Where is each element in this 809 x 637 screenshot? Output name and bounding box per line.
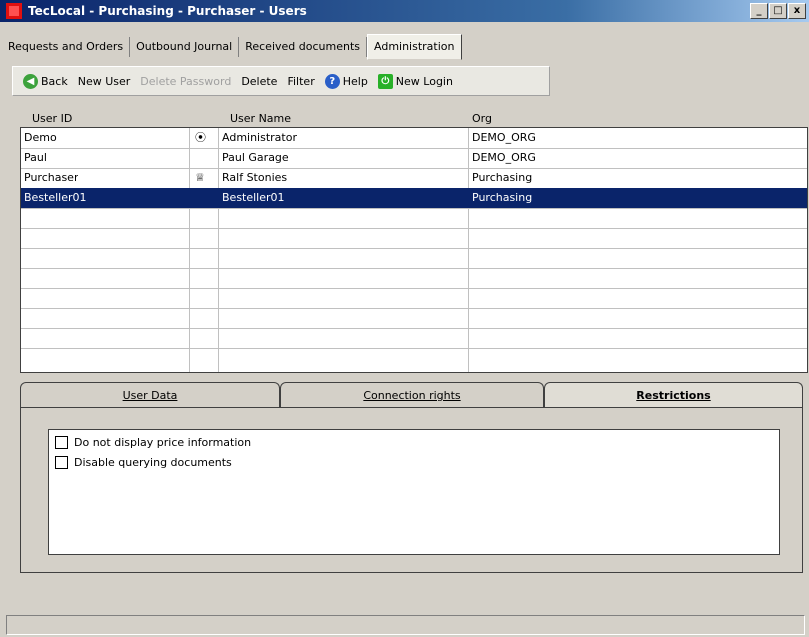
cell-user-name: Besteller01: [222, 191, 285, 204]
window-title: TecLocal - Purchasing - Purchaser - User…: [28, 4, 307, 18]
help-icon: ?: [324, 73, 340, 89]
table-row[interactable]: Purchaser ♕ Ralf Stonies Purchasing: [21, 168, 807, 189]
cell-org: DEMO_ORG: [472, 151, 536, 164]
restriction-querying-documents[interactable]: Disable querying documents: [55, 456, 232, 469]
toolbar: ◀ Back New User Delete Password Delete F…: [12, 66, 550, 96]
tab-user-data[interactable]: User Data: [20, 382, 280, 409]
table-row-selected[interactable]: Besteller01 Besteller01 Purchasing: [21, 188, 807, 209]
empty-row: [21, 308, 807, 329]
empty-row: [21, 208, 807, 229]
restrictions-panel: Do not display price information Disable…: [20, 407, 803, 573]
cell-user-id: Demo: [24, 131, 57, 144]
close-button[interactable]: x: [788, 3, 806, 19]
checkbox[interactable]: [55, 456, 68, 469]
checkbox-label: Do not display price information: [74, 436, 252, 449]
back-button[interactable]: ◀ Back: [23, 73, 68, 89]
empty-row: [21, 288, 807, 309]
back-label: Back: [41, 74, 68, 88]
empty-row: [21, 328, 807, 349]
table-row[interactable]: Demo ⦿ Administrator DEMO_ORG: [21, 128, 807, 149]
title-bar: TecLocal - Purchasing - Purchaser - User…: [0, 0, 809, 22]
main-tab-bar: Requests and Orders Outbound Journal Rec…: [2, 34, 462, 60]
cell-user-name: Administrator: [222, 131, 297, 144]
empty-row: [21, 268, 807, 289]
tab-received-documents[interactable]: Received documents: [239, 37, 367, 57]
crown-icon: ♕: [195, 171, 205, 184]
new-login-button[interactable]: ⏻ New Login: [377, 73, 453, 89]
checkbox-label: Disable querying documents: [74, 456, 232, 469]
maximize-button[interactable]: □: [769, 3, 787, 19]
column-header-user-id[interactable]: User ID: [32, 112, 72, 125]
filter-button[interactable]: Filter: [287, 75, 314, 88]
tab-connection-rights[interactable]: Connection rights: [280, 382, 544, 409]
restrictions-list: Do not display price information Disable…: [48, 429, 780, 555]
restriction-price-info[interactable]: Do not display price information: [55, 436, 251, 449]
admin-icon: ⦿: [195, 131, 206, 144]
minimize-button[interactable]: _: [750, 3, 768, 19]
empty-row: [21, 228, 807, 249]
users-grid: Demo ⦿ Administrator DEMO_ORG Paul Paul …: [20, 127, 808, 373]
help-button[interactable]: ? Help: [324, 73, 368, 89]
help-label: Help: [342, 74, 368, 88]
app-logo-icon: [6, 3, 22, 19]
column-header-org[interactable]: Org: [472, 112, 492, 125]
tab-outbound-journal[interactable]: Outbound Journal: [130, 37, 240, 57]
tab-administration[interactable]: Administration: [367, 34, 462, 60]
empty-row: [21, 248, 807, 269]
cell-user-id: Besteller01: [24, 191, 87, 204]
checkbox[interactable]: [55, 436, 68, 449]
cell-user-id: Purchaser: [24, 171, 79, 184]
grid-header: User ID User Name Org: [20, 109, 806, 127]
new-user-button[interactable]: New User: [78, 75, 131, 88]
new-login-label: New Login: [395, 74, 453, 88]
tab-requests-and-orders[interactable]: Requests and Orders: [2, 37, 131, 57]
column-header-user-name[interactable]: User Name: [230, 112, 291, 125]
back-arrow-icon: ◀: [23, 73, 38, 89]
detail-tab-bar: User Data Connection rights Restrictions: [20, 382, 803, 411]
cell-org: Purchasing: [472, 191, 533, 204]
cell-user-id: Paul: [24, 151, 47, 164]
cell-user-name: Paul Garage: [222, 151, 289, 164]
status-bar: [6, 615, 805, 635]
cell-org: DEMO_ORG: [472, 131, 536, 144]
power-icon: ⏻: [377, 73, 393, 89]
table-row[interactable]: Paul Paul Garage DEMO_ORG: [21, 148, 807, 169]
delete-button[interactable]: Delete: [241, 75, 277, 88]
cell-user-name: Ralf Stonies: [222, 171, 288, 184]
delete-password-button[interactable]: Delete Password: [140, 75, 231, 88]
cell-org: Purchasing: [472, 171, 533, 184]
